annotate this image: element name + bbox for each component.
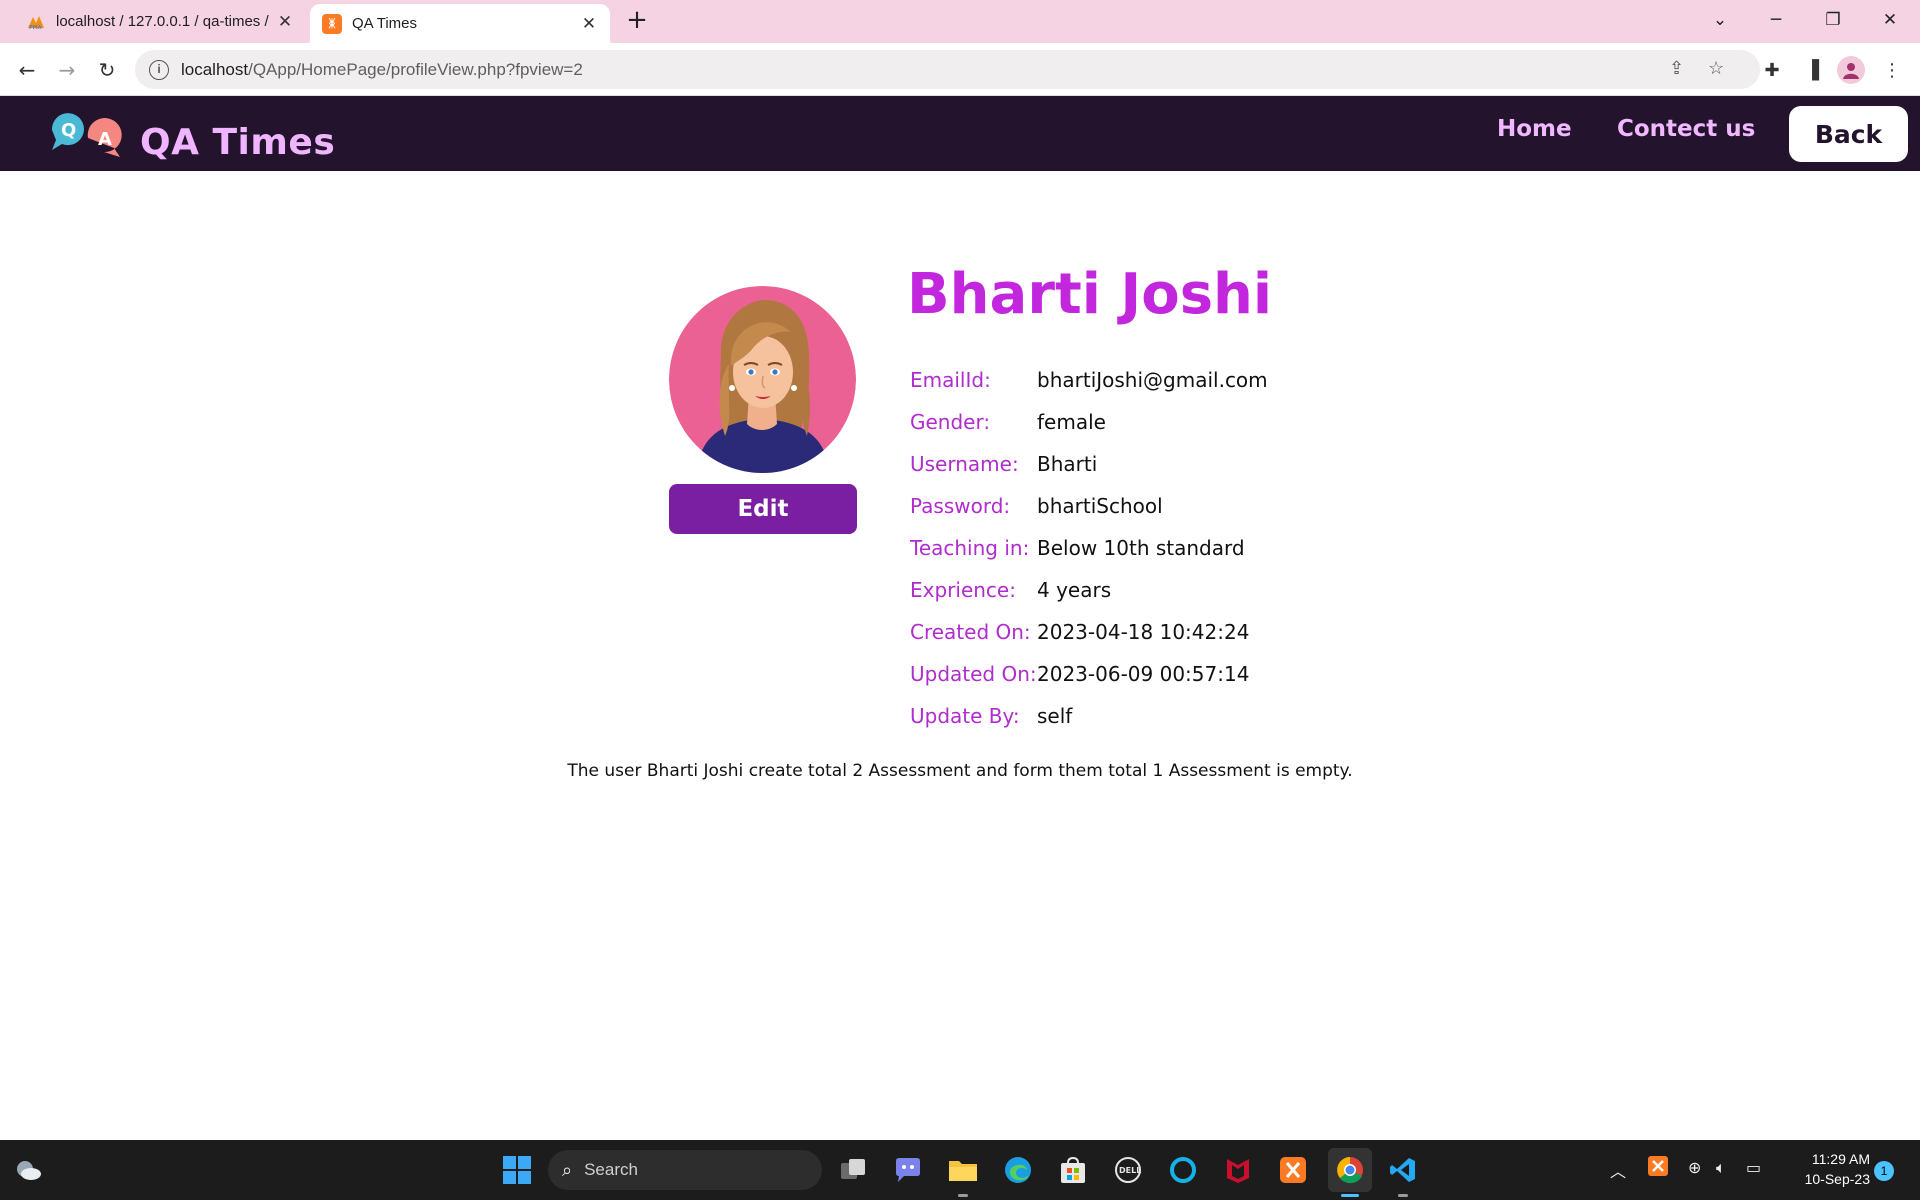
- search-icon: ⌕: [562, 1159, 573, 1180]
- reload-icon[interactable]: ↻: [91, 54, 123, 86]
- task-view-icon[interactable]: [836, 1152, 872, 1188]
- taskbar-search-input[interactable]: ⌕ Search: [548, 1150, 822, 1190]
- detail-value: 2023-06-09 00:57:14: [1037, 662, 1250, 686]
- detail-row-created: Created On: 2023-04-18 10:42:24: [910, 611, 1268, 653]
- edge-browser-icon[interactable]: [1000, 1152, 1036, 1188]
- clock-time: 11:29 AM: [1811, 1151, 1870, 1167]
- close-icon[interactable]: ✕: [272, 12, 298, 32]
- close-window-button[interactable]: ✕: [1867, 0, 1913, 40]
- tab-phpmyadmin[interactable]: PMA localhost / 127.0.0.1 / qa-times / ✕: [14, 0, 306, 43]
- tab-title: QA Times: [352, 15, 418, 32]
- detail-value: Bharti: [1037, 452, 1098, 476]
- profile-avatar-icon[interactable]: [1837, 56, 1865, 84]
- running-indicator: [1398, 1194, 1408, 1197]
- edit-profile-button[interactable]: Edit: [669, 484, 857, 534]
- nav-contact-link[interactable]: Contect us: [1617, 116, 1755, 142]
- detail-label: Teaching in:: [910, 536, 1030, 560]
- detail-label: EmailId:: [910, 368, 991, 392]
- svg-text:DELL: DELL: [1119, 1166, 1141, 1175]
- profile-name: Bharti Joshi: [907, 262, 1273, 327]
- url-path: /QApp/HomePage/profileView.php?fpview=2: [248, 59, 583, 79]
- detail-label: Updated On:: [910, 662, 1037, 686]
- assessment-summary: The user Bharti Joshi create total 2 Ass…: [567, 761, 1353, 781]
- teams-chat-icon[interactable]: [890, 1152, 926, 1188]
- detail-label: Created On:: [910, 620, 1031, 644]
- weather-icon[interactable]: [10, 1152, 46, 1188]
- detail-label: Gender:: [910, 410, 991, 434]
- browser-menu-icon[interactable]: ⋮: [1876, 54, 1908, 86]
- windows-start-icon[interactable]: [499, 1152, 535, 1188]
- detail-value: bhartiSchool: [1037, 494, 1163, 518]
- nav-home-link[interactable]: Home: [1497, 116, 1572, 142]
- logo-letter-q: Q: [61, 120, 76, 141]
- xampp-tray-icon[interactable]: [1648, 1156, 1668, 1180]
- site-info-icon[interactable]: i: [149, 59, 169, 80]
- detail-value: 4 years: [1037, 578, 1112, 602]
- battery-icon[interactable]: ▭: [1746, 1158, 1761, 1177]
- vscode-icon[interactable]: [1385, 1152, 1421, 1188]
- svg-text:PMA: PMA: [29, 25, 42, 30]
- microsoft-store-icon[interactable]: [1055, 1152, 1091, 1188]
- running-indicator: [958, 1194, 968, 1197]
- profile-details: EmailId: bhartiJoshi@gmail.com Gender: f…: [910, 359, 1268, 737]
- restore-button[interactable]: ❐: [1810, 0, 1856, 40]
- bookmark-star-icon[interactable]: ☆: [1708, 58, 1724, 79]
- minimize-button[interactable]: ─: [1753, 0, 1799, 40]
- detail-label: Update By:: [910, 704, 1020, 728]
- profile-avatar: [669, 286, 856, 473]
- chrome-icon[interactable]: [1328, 1148, 1372, 1192]
- search-placeholder: Search: [584, 1160, 638, 1179]
- phpmyadmin-icon: PMA: [26, 12, 46, 32]
- detail-label: Exprience:: [910, 578, 1016, 602]
- close-icon[interactable]: ✕: [576, 14, 602, 34]
- clock-date: 10-Sep-23: [1804, 1171, 1870, 1187]
- browser-tab-strip: PMA localhost / 127.0.0.1 / qa-times / ✕…: [0, 0, 1920, 43]
- chevron-up-icon[interactable]: ︿: [1610, 1158, 1626, 1182]
- detail-row-updated: Updated On: 2023-06-09 00:57:14: [910, 653, 1268, 695]
- detail-row-updated-by: Update By: self: [910, 695, 1268, 737]
- mcafee-icon[interactable]: [1220, 1152, 1256, 1188]
- brand-title[interactable]: QA Times: [140, 122, 335, 163]
- side-panel-icon[interactable]: ▐: [1796, 54, 1828, 86]
- tab-qa-times[interactable]: ᛤ QA Times ✕: [310, 4, 610, 43]
- detail-value: 2023-04-18 10:42:24: [1037, 620, 1250, 644]
- globe-network-icon[interactable]: ⊕: [1688, 1158, 1701, 1177]
- detail-row-email: EmailId: bhartiJoshi@gmail.com: [910, 359, 1268, 401]
- share-icon[interactable]: ⇪: [1669, 58, 1684, 79]
- detail-value: Below 10th standard: [1037, 536, 1245, 560]
- forward-arrow-icon[interactable]: →: [51, 54, 83, 86]
- back-button[interactable]: Back: [1789, 106, 1908, 162]
- detail-label: Password:: [910, 494, 1011, 518]
- site-header: Q A QA Times Home Contect us Back: [0, 96, 1920, 171]
- cortana-icon[interactable]: [1165, 1152, 1201, 1188]
- file-explorer-icon[interactable]: [945, 1152, 981, 1188]
- detail-row-username: Username: Bharti: [910, 443, 1268, 485]
- detail-row-teaching: Teaching in: Below 10th standard: [910, 527, 1268, 569]
- tab-search-chevron-icon[interactable]: ⌄: [1697, 0, 1743, 40]
- detail-label: Username:: [910, 452, 1019, 476]
- volume-icon[interactable]: 🔈︎: [1716, 1158, 1726, 1178]
- extensions-puzzle-icon[interactable]: ✚: [1756, 54, 1788, 86]
- notification-badge[interactable]: 1: [1874, 1161, 1894, 1181]
- taskbar-clock[interactable]: 11:29 AM 10-Sep-23: [1780, 1149, 1870, 1189]
- new-tab-button[interactable]: +: [622, 6, 652, 36]
- detail-value: bhartiJoshi@gmail.com: [1037, 368, 1268, 392]
- active-indicator: [1341, 1194, 1359, 1197]
- logo-letter-a: A: [98, 129, 112, 150]
- tab-title: localhost / 127.0.0.1 / qa-times /: [56, 13, 269, 30]
- url-input[interactable]: i localhost/QApp/HomePage/profileView.ph…: [135, 50, 1760, 89]
- xampp-icon: ᛤ: [322, 13, 342, 34]
- detail-value: female: [1037, 410, 1106, 434]
- detail-value: self: [1037, 704, 1073, 728]
- detail-row-password: Password: bhartiSchool: [910, 485, 1268, 527]
- windows-taskbar: ⌕ Search DELL ︿ ⊕ 🔈︎ ▭ 11:29 AM 10-Sep-2…: [0, 1140, 1920, 1200]
- url-host: localhost: [181, 59, 249, 79]
- address-bar-row: ← → ↻ i localhost/QApp/HomePage/profileV…: [0, 43, 1920, 96]
- xampp-icon[interactable]: [1275, 1152, 1311, 1188]
- dell-icon[interactable]: DELL: [1110, 1152, 1146, 1188]
- back-arrow-icon[interactable]: ←: [11, 54, 43, 86]
- qa-logo-icon[interactable]: Q A: [48, 108, 128, 158]
- detail-row-gender: Gender: female: [910, 401, 1268, 443]
- detail-row-experience: Exprience: 4 years: [910, 569, 1268, 611]
